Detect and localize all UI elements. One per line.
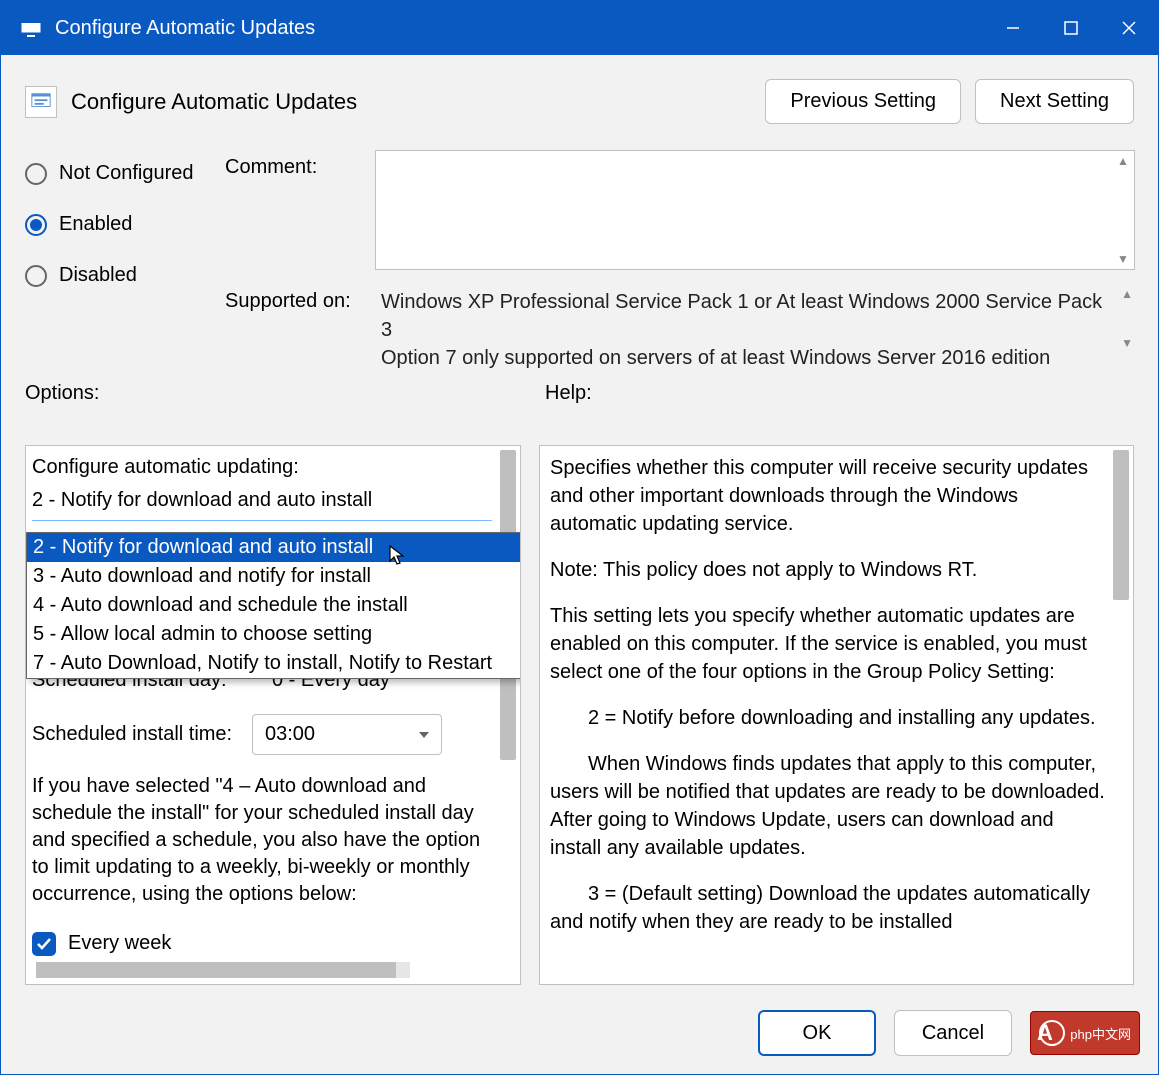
- help-label: Help:: [545, 382, 592, 405]
- watermark-badge: A php中文网: [1030, 1011, 1140, 1055]
- policy-item-icon: [25, 86, 57, 118]
- scroll-down-icon[interactable]: ▼: [1121, 335, 1133, 352]
- watermark-text: php中文网: [1070, 1024, 1131, 1043]
- checkbox-checked-icon: [32, 932, 56, 956]
- scheduled-time-row: Scheduled install time: 03:00: [32, 714, 514, 755]
- supported-on-box: Windows XP Professional Service Pack 1 o…: [375, 284, 1135, 354]
- help-text: 2 = Notify before downloading and instal…: [550, 704, 1109, 732]
- dropdown-option[interactable]: 4 - Auto download and schedule the insta…: [27, 591, 521, 620]
- supported-on-label: Supported on:: [225, 284, 375, 354]
- dropdown-option[interactable]: 5 - Allow local admin to choose setting: [27, 620, 521, 649]
- every-week-row[interactable]: Every week: [32, 930, 514, 957]
- dropdown-option[interactable]: 2 - Notify for download and auto install: [27, 533, 521, 562]
- options-label: Options:: [25, 382, 545, 405]
- options-inner: Configure automatic updating: 2 - Notify…: [26, 446, 520, 957]
- ok-button[interactable]: OK: [758, 1010, 876, 1056]
- help-text: When Windows finds updates that apply to…: [550, 750, 1109, 862]
- radio-icon: [25, 163, 47, 185]
- dropdown-option[interactable]: 7 - Auto Download, Notify to install, No…: [27, 649, 521, 678]
- radio-enabled[interactable]: Enabled: [25, 213, 225, 236]
- supported-line-2: Option 7 only supported on servers of at…: [381, 344, 1107, 372]
- panels: Configure automatic updating: 2 - Notify…: [25, 445, 1134, 985]
- scheduled-time-label: Scheduled install time:: [32, 721, 252, 748]
- page-title: Configure Automatic Updates: [71, 89, 751, 115]
- scroll-down-icon[interactable]: ▼: [1112, 249, 1134, 269]
- dropdown-option[interactable]: 3 - Auto download and notify for install: [27, 562, 521, 591]
- watermark-a-icon: A: [1037, 1020, 1053, 1046]
- minimize-button[interactable]: [984, 1, 1042, 55]
- options-panel: Configure automatic updating: 2 - Notify…: [25, 445, 521, 985]
- state-row: Not Configured Enabled Disabled Comment:…: [25, 150, 1134, 354]
- comment-textarea[interactable]: ▲ ▼: [375, 150, 1135, 270]
- help-text: 3 = (Default setting) Download the updat…: [550, 880, 1109, 936]
- radio-label: Enabled: [59, 213, 132, 236]
- previous-setting-button[interactable]: Previous Setting: [765, 79, 961, 124]
- supported-line-1: Windows XP Professional Service Pack 1 o…: [381, 288, 1107, 344]
- scheduled-time-combo[interactable]: 03:00: [252, 714, 442, 755]
- titlebar: Configure Automatic Updates: [1, 1, 1158, 55]
- options-vertical-scrollbar[interactable]: [500, 450, 516, 980]
- window-title: Configure Automatic Updates: [55, 17, 984, 40]
- next-setting-button[interactable]: Next Setting: [975, 79, 1134, 124]
- policy-icon: [17, 14, 45, 42]
- comment-label: Comment:: [225, 150, 375, 270]
- scroll-up-icon[interactable]: ▲: [1121, 286, 1133, 303]
- content-area: Not Configured Enabled Disabled Comment:…: [1, 150, 1158, 985]
- every-week-label: Every week: [68, 930, 171, 957]
- configure-updating-label: Configure automatic updating:: [32, 454, 514, 481]
- close-button[interactable]: [1100, 1, 1158, 55]
- radio-label: Not Configured: [59, 162, 194, 185]
- radio-disabled[interactable]: Disabled: [25, 264, 225, 287]
- help-panel: Specifies whether this computer will rec…: [539, 445, 1134, 985]
- maximize-button[interactable]: [1042, 1, 1100, 55]
- help-text: Note: This policy does not apply to Wind…: [550, 556, 1109, 584]
- help-inner: Specifies whether this computer will rec…: [540, 446, 1133, 962]
- help-vertical-scrollbar[interactable]: [1113, 450, 1129, 980]
- options-horizontal-scrollbar[interactable]: [36, 962, 410, 978]
- scheduled-time-value: 03:00: [265, 723, 315, 745]
- radio-not-configured[interactable]: Not Configured: [25, 162, 225, 185]
- configure-updating-combo[interactable]: 2 - Notify for download and auto install: [32, 485, 492, 521]
- options-info-text: If you have selected "4 – Auto download …: [32, 773, 492, 908]
- help-text: Specifies whether this computer will rec…: [550, 454, 1109, 538]
- footer: OK Cancel A php中文网: [758, 1010, 1140, 1056]
- configure-updating-dropdown: 2 - Notify for download and auto install…: [26, 532, 521, 679]
- radio-icon: [25, 214, 47, 236]
- policy-window: Configure Automatic Updates Configure Au…: [0, 0, 1159, 1075]
- state-radio-group: Not Configured Enabled Disabled: [25, 150, 225, 354]
- scroll-up-icon[interactable]: ▲: [1112, 151, 1134, 171]
- radio-label: Disabled: [59, 264, 137, 287]
- help-text: This setting lets you specify whether au…: [550, 602, 1109, 686]
- header-row: Configure Automatic Updates Previous Set…: [1, 55, 1158, 136]
- panel-labels: Options: Help:: [25, 382, 1134, 405]
- cancel-button[interactable]: Cancel: [894, 1010, 1012, 1056]
- radio-icon: [25, 265, 47, 287]
